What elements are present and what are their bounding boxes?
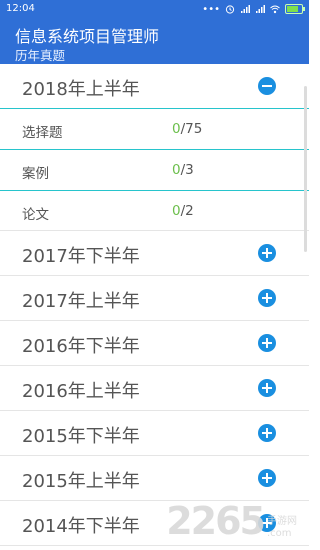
year-group-label: 2015年上半年 xyxy=(22,471,140,492)
year-group-label: 2016年下半年 xyxy=(22,336,140,357)
year-group-header[interactable]: 2017年上半年 xyxy=(0,276,309,321)
app-bar: 信息系统项目管理师 历年真题 xyxy=(0,18,309,64)
year-group-label: 2018年上半年 xyxy=(22,79,140,100)
signal-icon xyxy=(241,5,250,13)
expanded-year-group: 2018年上半年 选择题 0/75 案例 0/3 论文 0/2 xyxy=(0,64,309,231)
wifi-icon xyxy=(270,5,280,14)
alarm-icon xyxy=(225,5,235,14)
year-group-label: 2016年上半年 xyxy=(22,381,140,402)
watermark-logo: 2265 手游网 .com xyxy=(166,502,297,540)
list-item[interactable]: 论文 0/2 xyxy=(0,191,309,231)
watermark-number: 2265 xyxy=(166,499,266,543)
expand-icon[interactable] xyxy=(258,469,276,487)
signal-2-icon xyxy=(256,5,265,13)
year-group-header[interactable]: 2015年上半年 xyxy=(0,456,309,501)
notification-dots-icon: ••• xyxy=(202,3,220,15)
list-item-label: 论文 xyxy=(22,207,49,223)
year-group-header[interactable]: 2017年下半年 xyxy=(0,231,309,276)
expand-icon[interactable] xyxy=(258,244,276,262)
expand-icon[interactable] xyxy=(258,334,276,352)
expand-icon[interactable] xyxy=(258,289,276,307)
expand-icon[interactable] xyxy=(258,379,276,397)
list-item-label: 案例 xyxy=(22,166,49,182)
year-group-label: 2017年下半年 xyxy=(22,246,140,267)
year-group-header[interactable]: 2018年上半年 xyxy=(0,64,309,109)
watermark-text: 手游网 .com xyxy=(267,516,297,539)
battery-icon xyxy=(285,4,305,14)
year-group-header[interactable]: 2016年上半年 xyxy=(0,366,309,411)
status-time: 12:04 xyxy=(6,3,35,14)
year-list: 2018年上半年 选择题 0/75 案例 0/3 论文 0/2 2017年下半年… xyxy=(0,64,309,550)
progress-count: 0/3 xyxy=(172,162,194,178)
collapse-icon[interactable] xyxy=(258,77,276,95)
page-title: 信息系统项目管理师 xyxy=(15,27,160,46)
scrollbar[interactable] xyxy=(304,86,307,252)
list-item[interactable]: 案例 0/3 xyxy=(0,150,309,191)
progress-count: 0/2 xyxy=(172,203,194,219)
list-item[interactable]: 选择题 0/75 xyxy=(0,109,309,150)
page-subtitle: 历年真题 xyxy=(15,48,66,63)
status-bar: 12:04 ••• xyxy=(0,0,309,18)
list-item-label: 选择题 xyxy=(22,125,63,141)
progress-count: 0/75 xyxy=(172,121,203,137)
year-group-header[interactable]: 2015年下半年 xyxy=(0,411,309,456)
expand-icon[interactable] xyxy=(258,424,276,442)
year-group-label: 2017年上半年 xyxy=(22,291,140,312)
year-group-label: 2014年下半年 xyxy=(22,516,140,537)
status-icons: ••• xyxy=(202,2,305,16)
year-group-header[interactable]: 2016年下半年 xyxy=(0,321,309,366)
year-group-label: 2015年下半年 xyxy=(22,426,140,447)
